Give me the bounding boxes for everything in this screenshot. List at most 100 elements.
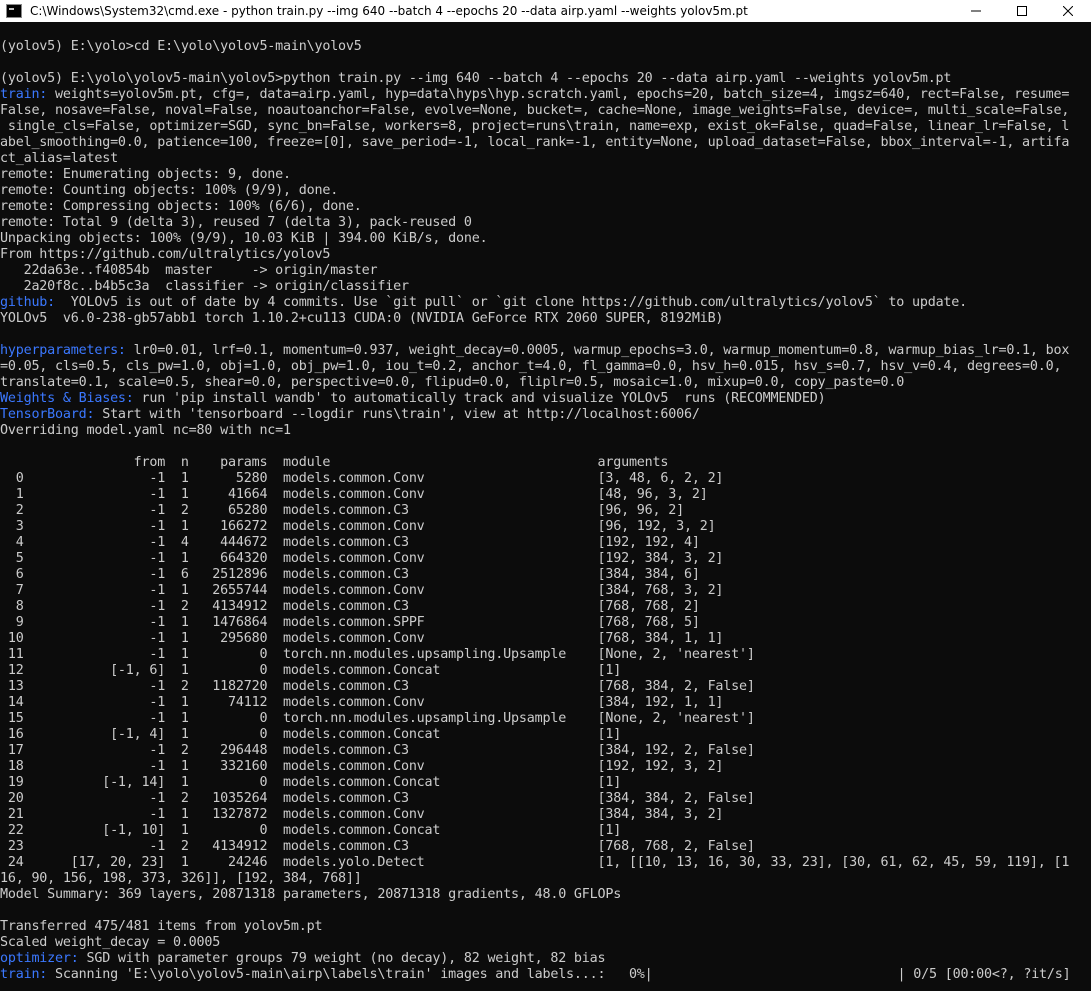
cmd-icon xyxy=(6,4,22,18)
console-line: ct_alias=latest xyxy=(0,151,1091,167)
console-line: 3 -1 1 166272 models.common.Conv [96, 19… xyxy=(0,519,1091,535)
console-line: remote: Counting objects: 100% (9/9), do… xyxy=(0,183,1091,199)
line-text: Transferred 475/481 items from yolov5m.p… xyxy=(0,919,323,934)
line-text: 24 [17, 20, 23] 1 24246 models.yolo.Dete… xyxy=(0,855,1070,870)
line-text: 23 -1 2 4134912 models.common.C3 [768, 7… xyxy=(0,839,755,854)
console-line: Overriding model.yaml nc=80 with nc=1 xyxy=(0,423,1091,439)
line-text: 1 -1 1 41664 models.common.Conv [48, 96,… xyxy=(0,487,708,502)
line-text: 13 -1 2 1182720 models.common.C3 [768, 3… xyxy=(0,679,755,694)
line-text: 18 -1 1 332160 models.common.Conv [192, … xyxy=(0,759,724,774)
console-line: optimizer: SGD with parameter groups 79 … xyxy=(0,951,1091,967)
console-line: 13 -1 2 1182720 models.common.C3 [768, 3… xyxy=(0,679,1091,695)
line-prefix: github: xyxy=(0,295,56,310)
line-text: 2a20f8c..b4b5c3a classifier -> origin/cl… xyxy=(0,279,409,294)
line-prefix: train: xyxy=(0,967,48,982)
scan-progress-line: train: Scanning 'E:\yolo\yolov5-main\air… xyxy=(0,967,1091,983)
line-text: 8 -1 2 4134912 models.common.C3 [768, 76… xyxy=(0,599,700,614)
console-line: (yolov5) E:\yolo>cd E:\yolo\yolov5-main\… xyxy=(0,39,1091,55)
console-line: single_cls=False, optimizer=SGD, sync_bn… xyxy=(0,119,1091,135)
title-bar[interactable]: C:\Windows\System32\cmd.exe - python tra… xyxy=(0,0,1091,22)
console-line: 16 [-1, 4] 1 0 models.common.Concat [1] xyxy=(0,727,1091,743)
console-line: remote: Total 9 (delta 3), reused 7 (del… xyxy=(0,215,1091,231)
console-line: 18 -1 1 332160 models.common.Conv [192, … xyxy=(0,759,1091,775)
console-line: 8 -1 2 4134912 models.common.C3 [768, 76… xyxy=(0,599,1091,615)
line-text: 20 -1 2 1035264 models.common.C3 [384, 3… xyxy=(0,791,755,806)
line-text: YOLOv5 v6.0-238-gb57abb1 torch 1.10.2+cu… xyxy=(0,311,724,326)
console-line: YOLOv5 v6.0-238-gb57abb1 torch 1.10.2+cu… xyxy=(0,311,1091,327)
console-line: 17 -1 2 296448 models.common.C3 [384, 19… xyxy=(0,743,1091,759)
line-text: remote: Total 9 (delta 3), reused 7 (del… xyxy=(0,215,472,230)
line-text: 3 -1 1 166272 models.common.Conv [96, 19… xyxy=(0,519,716,534)
line-text: remote: Compressing objects: 100% (6/6),… xyxy=(0,199,362,214)
console-line: abel_smoothing=0.0, patience=100, freeze… xyxy=(0,135,1091,151)
console-line: 19 [-1, 14] 1 0 models.common.Concat [1] xyxy=(0,775,1091,791)
console-line: train: weights=yolov5m.pt, cfg=, data=ai… xyxy=(0,87,1091,103)
line-prefix: train: xyxy=(0,87,48,102)
minimize-button[interactable] xyxy=(953,0,999,22)
console-output[interactable]: (yolov5) E:\yolo>cd E:\yolo\yolov5-main\… xyxy=(0,22,1091,991)
line-prefix: TensorBoard: xyxy=(0,407,95,422)
line-text: SGD with parameter groups 79 weight (no … xyxy=(78,951,606,966)
console-line: =0.05, cls=0.5, cls_pw=1.0, obj=1.0, obj… xyxy=(0,359,1091,375)
line-text: abel_smoothing=0.0, patience=100, freeze… xyxy=(0,135,1070,150)
console-line: 15 -1 1 0 torch.nn.modules.upsampling.Up… xyxy=(0,711,1091,727)
line-text: Start with 'tensorboard --logdir runs\tr… xyxy=(94,407,700,422)
console-line: Weights & Biases: run 'pip install wandb… xyxy=(0,391,1091,407)
scan-status: | 0/5 [00:00<?, ?it/s] xyxy=(897,967,1071,982)
line-text: 17 -1 2 296448 models.common.C3 [384, 19… xyxy=(0,743,755,758)
console-line: 22da63e..f40854b master -> origin/master xyxy=(0,263,1091,279)
console-lines: (yolov5) E:\yolo>cd E:\yolo\yolov5-main\… xyxy=(0,23,1091,967)
console-line: hyperparameters: lr0=0.01, lrf=0.1, mome… xyxy=(0,343,1091,359)
line-text: 0 -1 1 5280 models.common.Conv [3, 48, 6… xyxy=(0,471,724,486)
line-text: False, nosave=False, noval=False, noauto… xyxy=(0,103,1070,118)
console-line: 11 -1 1 0 torch.nn.modules.upsampling.Up… xyxy=(0,647,1091,663)
line-text: remote: Enumerating objects: 9, done. xyxy=(0,167,291,182)
line-text: translate=0.1, scale=0.5, shear=0.0, per… xyxy=(0,375,905,390)
close-icon xyxy=(1063,6,1073,16)
line-text: 2 -1 2 65280 models.common.C3 [96, 96, 2… xyxy=(0,503,684,518)
console-line: 23 -1 2 4134912 models.common.C3 [768, 7… xyxy=(0,839,1091,855)
line-text: 4 -1 4 444672 models.common.C3 [192, 192… xyxy=(0,535,700,550)
line-text: (yolov5) E:\yolo\yolov5-main\yolov5>pyth… xyxy=(0,71,952,86)
line-text: Scaled weight_decay = 0.0005 xyxy=(0,935,221,950)
line-text: Model Summary: 369 layers, 20871318 para… xyxy=(0,887,622,902)
console-line: 24 [17, 20, 23] 1 24246 models.yolo.Dete… xyxy=(0,855,1091,871)
line-text: 15 -1 1 0 torch.nn.modules.upsampling.Up… xyxy=(0,711,755,726)
console-line: github: YOLOv5 is out of date by 4 commi… xyxy=(0,295,1091,311)
close-button[interactable] xyxy=(1045,0,1091,22)
console-line: 0 -1 1 5280 models.common.Conv [3, 48, 6… xyxy=(0,471,1091,487)
line-text: 14 -1 1 74112 models.common.Conv [384, 1… xyxy=(0,695,724,710)
line-text: 11 -1 1 0 torch.nn.modules.upsampling.Up… xyxy=(0,647,755,662)
console-line: Model Summary: 369 layers, 20871318 para… xyxy=(0,887,1091,903)
console-line: 20 -1 2 1035264 models.common.C3 [384, 3… xyxy=(0,791,1091,807)
console-line: 21 -1 1 1327872 models.common.Conv [384,… xyxy=(0,807,1091,823)
scan-text: Scanning 'E:\yolo\yolov5-main\airp\label… xyxy=(47,967,653,982)
console-line: Scaled weight_decay = 0.0005 xyxy=(0,935,1091,951)
line-text: remote: Counting objects: 100% (9/9), do… xyxy=(0,183,339,198)
console-line: Unpacking objects: 100% (9/9), 10.03 KiB… xyxy=(0,231,1091,247)
console-line: Transferred 475/481 items from yolov5m.p… xyxy=(0,919,1091,935)
line-text: 16, 90, 156, 198, 373, 326]], [192, 384,… xyxy=(0,871,362,886)
console-line: 6 -1 6 2512896 models.common.C3 [384, 38… xyxy=(0,567,1091,583)
line-text: ct_alias=latest xyxy=(0,151,118,166)
line-text: 12 [-1, 6] 1 0 models.common.Concat [1] xyxy=(0,663,622,678)
maximize-icon xyxy=(1017,6,1027,16)
line-text: From https://github.com/ultralytics/yolo… xyxy=(0,247,331,262)
line-text: 10 -1 1 295680 models.common.Conv [768, … xyxy=(0,631,724,646)
line-text: from n params module arguments xyxy=(0,455,669,470)
console-line: 4 -1 4 444672 models.common.C3 [192, 192… xyxy=(0,535,1091,551)
line-text: 5 -1 1 664320 models.common.Conv [192, 3… xyxy=(0,551,724,566)
line-text: 22da63e..f40854b master -> origin/master xyxy=(0,263,378,278)
console-line: 7 -1 1 2655744 models.common.Conv [384, … xyxy=(0,583,1091,599)
line-prefix: optimizer: xyxy=(0,951,79,966)
line-text: =0.05, cls=0.5, cls_pw=1.0, obj=1.0, obj… xyxy=(0,359,1062,374)
line-text: run 'pip install wandb' to automatically… xyxy=(133,391,826,406)
console-line: 14 -1 1 74112 models.common.Conv [384, 1… xyxy=(0,695,1091,711)
line-text: YOLOv5 is out of date by 4 commits. Use … xyxy=(55,295,968,310)
console-line: 10 -1 1 295680 models.common.Conv [768, … xyxy=(0,631,1091,647)
line-text: 9 -1 1 1476864 models.common.SPPF [768, … xyxy=(0,615,700,630)
maximize-button[interactable] xyxy=(999,0,1045,22)
